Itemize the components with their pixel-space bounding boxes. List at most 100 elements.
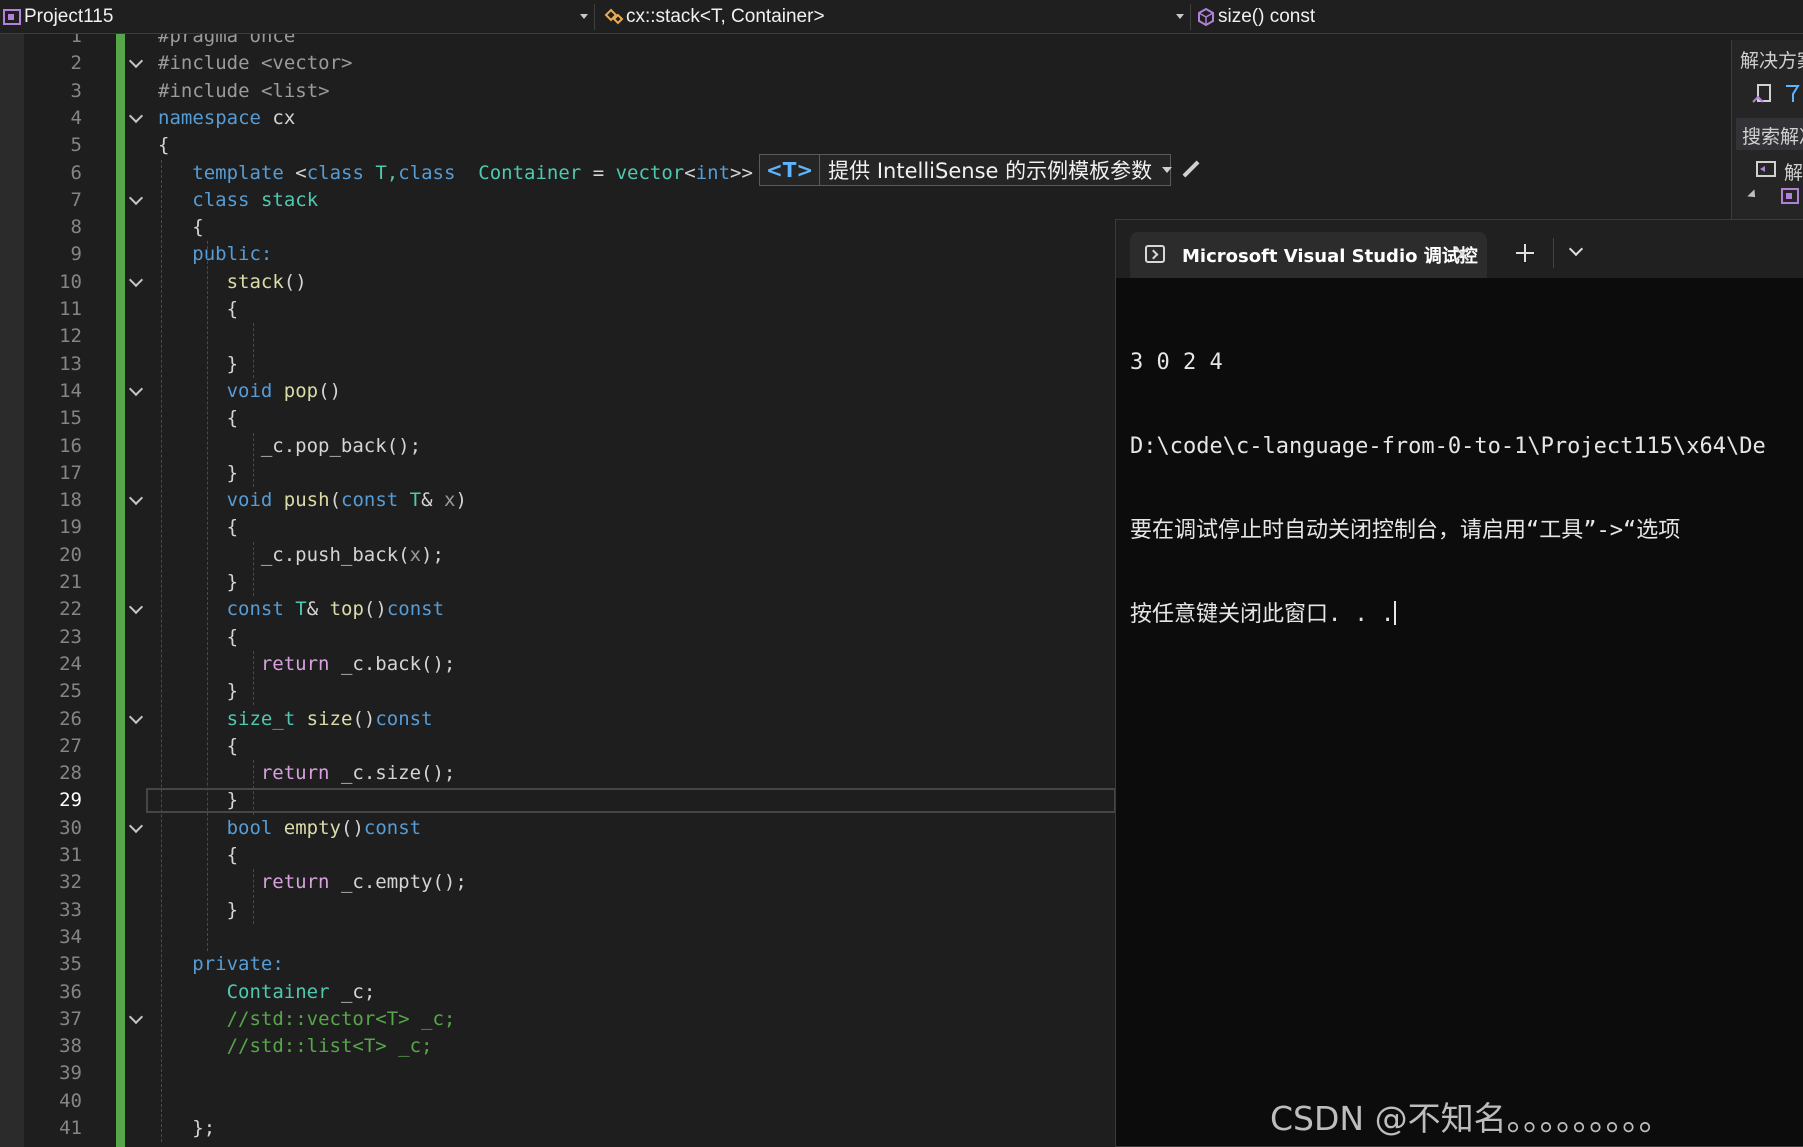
nav-divider bbox=[1190, 4, 1191, 30]
code-token: { bbox=[226, 734, 239, 757]
line-number: 2 bbox=[70, 52, 82, 75]
fold-chevron-icon[interactable] bbox=[128, 272, 144, 287]
line-number: 29 bbox=[59, 789, 82, 812]
code-token: stack bbox=[260, 188, 319, 211]
code-token: T bbox=[295, 598, 307, 621]
template-hint-label: 提供 IntelliSense 的示例模板参数 bbox=[828, 159, 1153, 183]
code-token: & bbox=[421, 489, 433, 512]
code-token: T, bbox=[363, 161, 399, 184]
code-statement: void pop() bbox=[227, 378, 341, 405]
code-token: #pragma once bbox=[158, 34, 296, 47]
code-statement: } bbox=[227, 897, 238, 924]
navigation-bar: Project115 cx::stack<T, Container> size(… bbox=[0, 0, 1803, 34]
code-token: return bbox=[260, 871, 330, 894]
code-line: 10 bbox=[0, 269, 1115, 296]
line-number: 23 bbox=[59, 625, 82, 648]
console-tab-title: Microsoft Visual Studio 调试控 bbox=[1182, 246, 1478, 267]
code-token: _c.empty(); bbox=[329, 871, 467, 894]
line-number: 34 bbox=[59, 925, 82, 948]
scope-dropdown-arrow-icon[interactable] bbox=[1176, 14, 1184, 19]
line-number: 11 bbox=[59, 298, 82, 320]
code-line: 17 bbox=[0, 460, 1115, 487]
line-number: 41 bbox=[59, 1117, 82, 1139]
template-dropdown-arrow-icon[interactable] bbox=[1162, 167, 1173, 173]
code-statement: return _c.back(); bbox=[261, 651, 455, 678]
code-token: < bbox=[684, 161, 696, 184]
fold-chevron-icon[interactable] bbox=[128, 600, 144, 615]
solution-search-input[interactable]: 搜索解决 bbox=[1736, 118, 1803, 150]
code-token: private: bbox=[192, 953, 284, 976]
fold-chevron-icon[interactable] bbox=[128, 491, 144, 506]
code-statement: #include <vector> bbox=[158, 50, 352, 77]
code-token: () bbox=[363, 598, 387, 621]
code-token: Container bbox=[226, 980, 330, 1003]
expand-arrow-icon[interactable] bbox=[1747, 189, 1759, 201]
fold-chevron-icon[interactable] bbox=[128, 381, 144, 396]
solution-item-label[interactable]: 解 bbox=[1784, 158, 1803, 185]
code-editor[interactable]: 1 2 3 4 5 6 7 8 9 10 11 12 13 14 15 16 17 18 19 20 21 22 23 24 2… bbox=[0, 34, 1115, 1147]
code-statement: } bbox=[227, 351, 238, 378]
code-token: size bbox=[306, 707, 353, 730]
project-dropdown[interactable]: Project115 bbox=[2, 0, 113, 34]
code-token: //std::vector<T> _c; bbox=[226, 1007, 456, 1030]
code-statement: #include <list> bbox=[158, 78, 330, 105]
code-line: 38 bbox=[0, 1033, 1115, 1060]
code-token: #include <vector> bbox=[158, 52, 353, 75]
watermark: CSDN @不知名。。。。。。。。。 bbox=[1270, 1099, 1672, 1138]
fold-chevron-icon[interactable] bbox=[128, 709, 144, 724]
code-line: 21 bbox=[0, 569, 1115, 596]
scope-dropdown[interactable]: cx::stack<T, Container> bbox=[602, 0, 825, 34]
fold-chevron-icon[interactable] bbox=[128, 1009, 144, 1024]
line-number: 13 bbox=[59, 352, 82, 375]
debug-console-window[interactable]: Microsoft Visual Studio 调试控 3 0 2 4 D:\c… bbox=[1115, 219, 1803, 1147]
fold-chevron-icon[interactable] bbox=[128, 108, 144, 123]
code-token: empty bbox=[283, 816, 341, 839]
close-tab-icon[interactable] bbox=[1452, 244, 1472, 264]
method-icon bbox=[1198, 7, 1214, 27]
intellisense-template-bar[interactable]: <T> 提供 IntelliSense 的示例模板参数 bbox=[759, 154, 1173, 186]
code-token: const bbox=[226, 598, 284, 621]
code-line: 22 bbox=[0, 596, 1115, 623]
terminal-icon bbox=[1145, 245, 1165, 263]
code-token: () bbox=[352, 707, 376, 730]
indent-guide bbox=[253, 432, 254, 488]
filter-icon[interactable] bbox=[1784, 82, 1803, 108]
code-token: () bbox=[283, 270, 307, 293]
line-number: 37 bbox=[59, 1007, 82, 1030]
line-number: 6 bbox=[70, 161, 82, 184]
chevron-down-icon[interactable] bbox=[1568, 241, 1584, 257]
code-line: 16 bbox=[0, 433, 1115, 460]
code-token: < bbox=[283, 161, 307, 184]
code-token: () bbox=[318, 379, 342, 402]
code-token: = bbox=[581, 161, 616, 184]
sync-view-icon[interactable] bbox=[1750, 82, 1776, 108]
indent-guide bbox=[253, 323, 254, 378]
code-token: pop bbox=[283, 379, 319, 402]
code-token: { bbox=[158, 134, 170, 157]
new-tab-icon[interactable] bbox=[1514, 242, 1536, 264]
code-statement: size_t size()const bbox=[227, 706, 433, 733]
console-tab[interactable]: Microsoft Visual Studio 调试控 bbox=[1130, 232, 1487, 278]
line-number: 3 bbox=[70, 79, 82, 102]
fold-chevron-icon[interactable] bbox=[128, 190, 144, 205]
code-statement: { bbox=[227, 514, 238, 541]
project-dropdown-arrow-icon[interactable] bbox=[580, 14, 588, 19]
code-line: 25 bbox=[0, 678, 1115, 705]
code-statement: bool empty()const bbox=[227, 815, 422, 842]
code-line: 26 bbox=[0, 706, 1115, 733]
code-statement: { bbox=[227, 733, 238, 760]
code-token: _c; bbox=[329, 980, 376, 1003]
code-line: 32 bbox=[0, 869, 1115, 896]
fold-chevron-icon[interactable] bbox=[128, 54, 144, 69]
line-number: 26 bbox=[59, 707, 82, 730]
line-number: 32 bbox=[59, 871, 82, 894]
member-dropdown[interactable]: size() const bbox=[1196, 0, 1315, 34]
fold-chevron-icon[interactable] bbox=[128, 818, 144, 833]
console-output[interactable]: 3 0 2 4 D:\code\c-language-from-0-to-1\P… bbox=[1130, 293, 1766, 685]
code-token: //std::list<T> _c; bbox=[226, 1035, 433, 1058]
code-line: 37 bbox=[0, 1006, 1115, 1033]
code-line: 41 bbox=[0, 1115, 1115, 1142]
